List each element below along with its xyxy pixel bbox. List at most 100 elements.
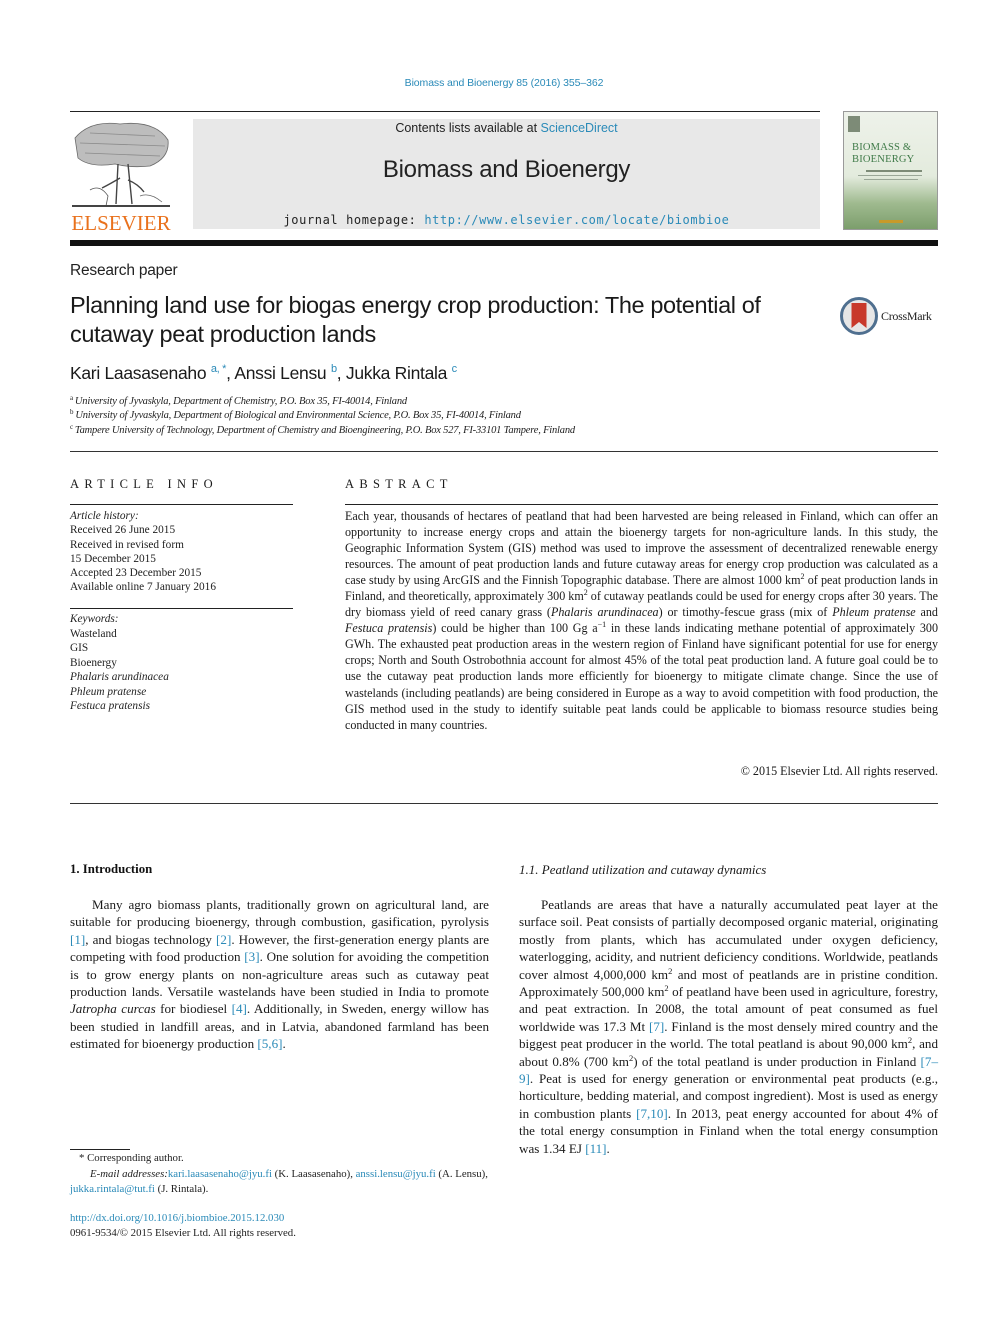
- affiliation-text: University of Jyvaskyla, Department of B…: [75, 410, 521, 422]
- affiliation-text: Tampere University of Technology, Depart…: [74, 424, 575, 436]
- keyword-item: Phleum pratense: [70, 685, 147, 698]
- corresponding-author-note: * Corresponding author.: [79, 1152, 184, 1164]
- keyword-item: GIS: [70, 642, 89, 654]
- journal-title: Biomass and Bioenergy: [382, 156, 631, 183]
- keywords-label: Keywords:: [70, 613, 119, 625]
- keywords: Keywords: Wasteland GIS Bioenergy Phalar…: [70, 612, 169, 714]
- citation-link[interactable]: [5,6]: [257, 1036, 282, 1051]
- cover-title-line2: BIOENERGY: [852, 154, 915, 165]
- email-addresses: E-mail addresses: kari.laasasenaho@jyu.f…: [70, 1167, 489, 1198]
- article-info-divider: [70, 504, 293, 505]
- section-heading-introduction: 1. Introduction: [70, 862, 153, 876]
- doi-link[interactable]: http://dx.doi.org/10.1016/j.biombioe.201…: [70, 1211, 284, 1227]
- cover-title: BIOMASS & BIOENERGY: [852, 142, 937, 166]
- email-label: E-mail addresses:: [90, 1167, 168, 1180]
- citation-link[interactable]: [3]: [244, 949, 259, 964]
- paper-title: Planning land use for biogas energy crop…: [70, 292, 761, 347]
- section-divider: [70, 451, 938, 452]
- abstract-copyright: © 2015 Elsevier Ltd. All rights reserved…: [740, 764, 938, 778]
- cover-publisher-icon: [848, 116, 860, 132]
- affiliation-mark: b: [70, 408, 74, 417]
- journal-homepage-link[interactable]: http://www.elsevier.com/locate/biombioe: [424, 213, 729, 227]
- email-link[interactable]: jukka.rintala@tut.fi: [70, 1183, 155, 1195]
- issn-copyright: 0961-9534/© 2015 Elsevier Ltd. All right…: [70, 1227, 296, 1239]
- citation-link[interactable]: [2]: [216, 932, 231, 947]
- author-name[interactable]: Anssi Lensu: [234, 363, 326, 383]
- email-link[interactable]: kari.laasasenaho@jyu.fi: [168, 1168, 272, 1180]
- homepage-label: journal homepage:: [283, 213, 425, 227]
- citation-link[interactable]: [7,10]: [636, 1106, 668, 1121]
- introduction-paragraph: Many agro biomass plants, traditionally …: [70, 897, 490, 1052]
- subsection-paragraph: Peatlands are areas that have a naturall…: [519, 897, 938, 1156]
- superscript: 2: [664, 983, 669, 994]
- author-list: Kari Laasasenaho a, *, Anssi Lensu b, Ju…: [70, 363, 457, 384]
- cover-subtitle-lines: [866, 170, 922, 172]
- italic-term: Festuca pratensis: [345, 621, 433, 636]
- contents-prefix: Contents lists available at: [395, 121, 541, 135]
- article-history-label: Article history:: [70, 510, 139, 522]
- citation-link[interactable]: [1]: [70, 932, 85, 947]
- affiliations: a University of Jyvaskyla, Department of …: [70, 395, 575, 438]
- superscript: 2: [668, 965, 673, 976]
- article-history: Article history: Received 26 June 2015 R…: [70, 509, 216, 595]
- history-item: 15 December 2015: [70, 552, 156, 565]
- journal-homepage-line: journal homepage: http://www.elsevier.co…: [193, 213, 820, 227]
- author-separator: ,: [336, 363, 346, 383]
- history-item: Received 26 June 2015: [70, 524, 176, 537]
- article-type: Research paper: [70, 262, 178, 279]
- contents-line: Contents lists available at ScienceDirec…: [193, 121, 820, 135]
- author-affiliation-mark[interactable]: c: [452, 363, 458, 375]
- keyword-item: Wasteland: [70, 627, 117, 640]
- sciencedirect-link[interactable]: ScienceDirect: [541, 121, 618, 135]
- footnotes: * Corresponding author. E-mail addresses…: [70, 1151, 489, 1198]
- superscript: −1: [597, 620, 607, 630]
- italic-term: Phalaris arundinacea: [550, 605, 659, 620]
- abstract-heading: ABSTRACT: [345, 477, 453, 491]
- cover-publisher-mark: [879, 220, 903, 223]
- crossmark-label: CrossMark: [881, 308, 932, 323]
- author-name[interactable]: Jukka Rintala: [346, 363, 447, 383]
- journal-cover-thumbnail[interactable]: BIOMASS & BIOENERGY: [843, 111, 938, 230]
- author-name[interactable]: Kari Laasasenaho: [70, 363, 207, 383]
- history-item: Received in revised form: [70, 538, 184, 551]
- keyword-item: Festuca pratensis: [70, 700, 151, 712]
- affiliation-mark: c: [70, 422, 73, 431]
- crossmark-icon: [840, 297, 878, 335]
- citation-link[interactable]: [11]: [585, 1141, 606, 1156]
- crossmark-button[interactable]: CrossMark: [840, 296, 940, 336]
- keyword-item: Bioenergy: [70, 656, 117, 669]
- elsevier-tree-icon: ELSEVIER: [71, 122, 171, 235]
- article-info-heading: ARTICLE INFO: [70, 477, 218, 491]
- email-owner: (A. Lensu),: [435, 1167, 488, 1180]
- history-item: Accepted 23 December 2015: [70, 567, 202, 580]
- email-owner: (J. Rintala).: [154, 1183, 209, 1195]
- citation-link[interactable]: [4]: [232, 1001, 247, 1016]
- history-item: Available online 7 January 2016: [70, 581, 216, 594]
- italic-term: Jatropha curcas: [70, 1001, 156, 1017]
- article-info-divider: [70, 608, 293, 609]
- superscript: 2: [583, 588, 588, 598]
- subsection-heading: 1.1. Peatland utilization and cutaway dy…: [519, 862, 767, 877]
- cover-text-line: [858, 175, 922, 176]
- superscript: 2: [800, 572, 805, 582]
- abstract-divider: [345, 504, 938, 505]
- cover-text-line: [864, 179, 918, 180]
- keyword-item: Phalaris arundinacea: [70, 671, 169, 683]
- section-divider: [70, 803, 938, 804]
- citation-link[interactable]: [7–9]: [519, 1054, 938, 1086]
- elsevier-wordmark: ELSEVIER: [71, 211, 170, 234]
- citation-link[interactable]: [7]: [649, 1019, 664, 1034]
- elsevier-logo[interactable]: ELSEVIER: [70, 118, 172, 235]
- author-affiliation-mark[interactable]: a, *: [211, 363, 227, 375]
- header-thick-divider: [70, 240, 938, 246]
- affiliation-mark: a: [70, 394, 73, 402]
- affiliation-item: a University of Jyvaskyla, Department of …: [70, 395, 575, 409]
- email-owner: (K. Laasasenaho),: [271, 1167, 356, 1180]
- journal-reference-link[interactable]: Biomass and Bioenergy 85 (2016) 355–362: [0, 77, 992, 89]
- abstract-text: Each year, thousands of hectares of peat…: [345, 509, 939, 732]
- email-link[interactable]: anssi.lensu@jyu.fi: [356, 1168, 436, 1180]
- cover-title-line1: BIOMASS &: [852, 142, 912, 153]
- superscript: 2: [907, 1035, 913, 1046]
- italic-term: Phleum pratense: [832, 605, 916, 620]
- affiliation-item: c Tampere University of Technology, Depar…: [70, 422, 575, 438]
